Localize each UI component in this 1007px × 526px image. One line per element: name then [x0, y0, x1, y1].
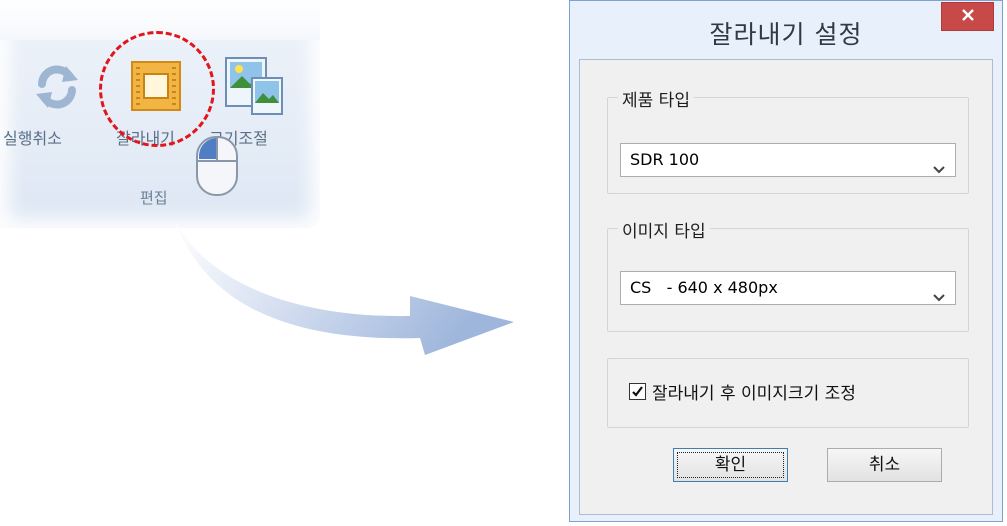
resize-after-crop-checkbox[interactable]: 잘라내기 후 이미지크기 조정	[629, 379, 856, 404]
dialog-titlebar[interactable]: 잘라내기 설정	[570, 1, 1002, 61]
highlight-circle	[99, 31, 215, 147]
ok-button[interactable]: 확인	[673, 448, 788, 482]
chevron-down-icon[interactable]	[933, 154, 945, 186]
arrow-icon	[170, 210, 520, 374]
product-type-value: SDR 100	[630, 150, 700, 169]
resize-image-icon[interactable]	[222, 54, 286, 122]
image-type-legend: 이미지 타입	[618, 217, 710, 242]
close-icon	[961, 7, 975, 26]
resize-after-crop-label[interactable]: 잘라내기 후 이미지크기 조정	[652, 379, 856, 404]
product-type-select[interactable]: SDR 100	[620, 143, 956, 177]
dialog-title: 잘라내기 설정	[709, 20, 863, 49]
product-type-legend: 제품 타입	[618, 86, 694, 111]
image-type-group: 이미지 타입 CS - 640 x 480px	[607, 217, 969, 332]
image-type-value: CS - 640 x 480px	[630, 278, 778, 297]
crop-settings-dialog: 잘라내기 설정 제품 타입 SDR 100 이미지 타입 CS - 640 x …	[569, 0, 1003, 522]
ribbon-group-label: 편집	[140, 189, 168, 207]
undo-button-label[interactable]: 실행취소	[3, 125, 62, 149]
checkbox-box[interactable]	[629, 382, 646, 400]
dialog-client-area: 제품 타입 SDR 100 이미지 타입 CS - 640 x 480px 잘라…	[579, 59, 993, 515]
chevron-down-icon[interactable]	[933, 282, 945, 314]
cancel-button-label: 취소	[868, 455, 901, 475]
image-type-select[interactable]: CS - 640 x 480px	[620, 271, 956, 305]
product-type-group: 제품 타입 SDR 100	[607, 86, 969, 194]
cancel-button[interactable]: 취소	[827, 448, 942, 482]
close-button[interactable]	[941, 2, 994, 31]
mouse-icon	[195, 135, 239, 201]
undo-icon[interactable]	[32, 62, 82, 116]
focus-rect	[677, 452, 784, 478]
